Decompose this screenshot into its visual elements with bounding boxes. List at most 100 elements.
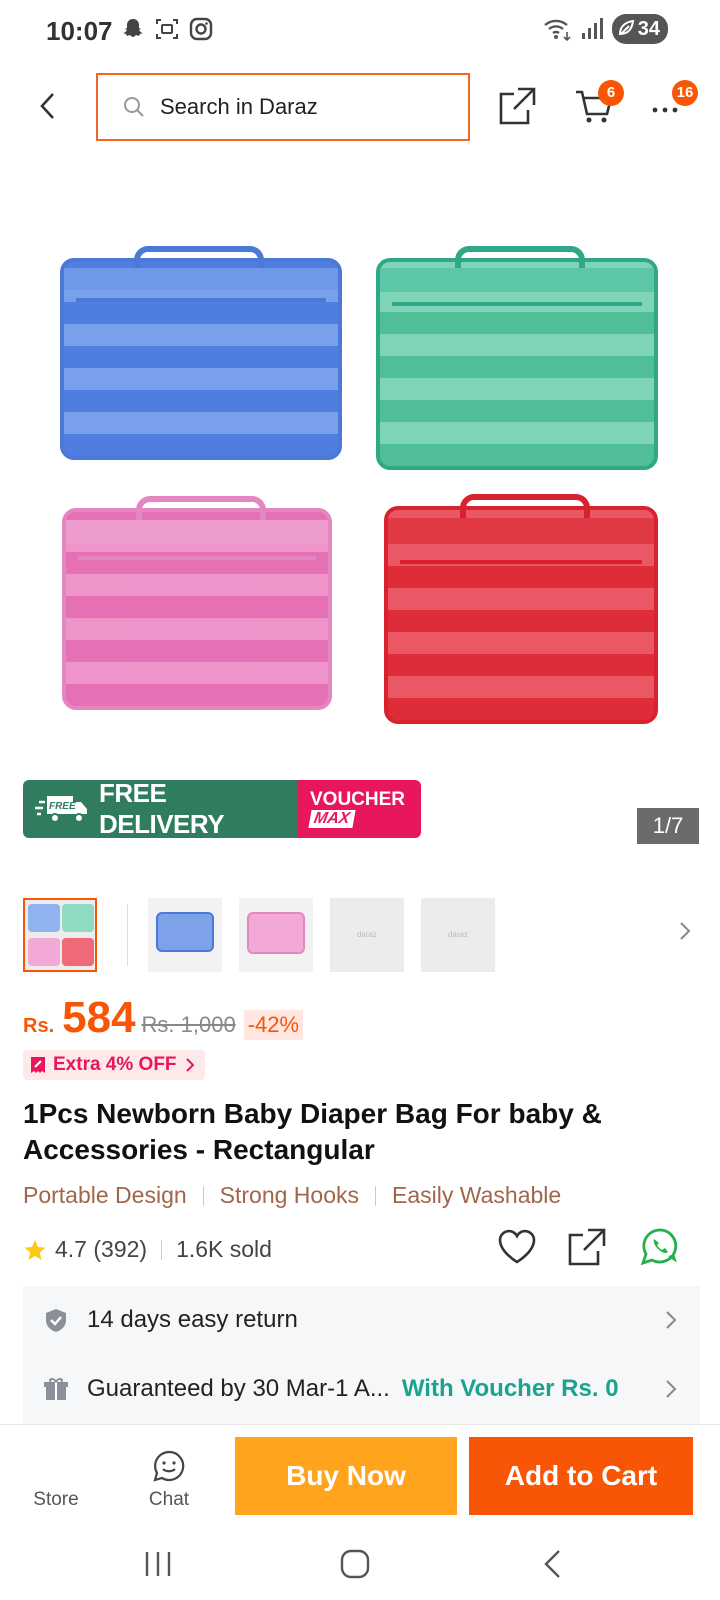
price-currency: Rs. bbox=[23, 1015, 55, 1037]
coupon-icon bbox=[31, 1057, 45, 1073]
more-button[interactable]: 16 bbox=[652, 80, 698, 126]
rating-separator bbox=[161, 1239, 163, 1260]
cart-button[interactable]: 6 bbox=[574, 80, 624, 126]
whatsapp-share-button[interactable] bbox=[639, 1226, 681, 1268]
thumbnail-placeholder-text: daraz bbox=[356, 930, 377, 939]
product-bag-red bbox=[384, 494, 658, 724]
heart-icon bbox=[498, 1229, 536, 1264]
share-button[interactable] bbox=[496, 84, 538, 128]
home-button[interactable] bbox=[335, 1544, 375, 1584]
battery-icon: 34 bbox=[611, 14, 668, 44]
feature-tag: Strong Hooks bbox=[219, 1182, 360, 1208]
bottom-action-bar: Store Chat Buy Now Add to Cart bbox=[0, 1424, 720, 1524]
instagram-icon bbox=[189, 17, 213, 41]
voucher-max-text: MAX bbox=[308, 810, 356, 828]
whatsapp-icon bbox=[640, 1228, 678, 1266]
status-icons-right: 34 bbox=[542, 14, 668, 44]
product-bag-pink bbox=[62, 496, 332, 710]
thumbnail-5[interactable]: daraz bbox=[421, 898, 495, 972]
back-button[interactable] bbox=[28, 84, 68, 128]
feature-tag: Portable Design bbox=[23, 1182, 187, 1208]
share-icon bbox=[499, 87, 536, 125]
truck-icon: FREE bbox=[35, 796, 87, 823]
free-tag: FREE bbox=[49, 801, 76, 812]
share-icon bbox=[568, 1228, 606, 1266]
thumbnail-2[interactable] bbox=[148, 898, 222, 972]
wishlist-button[interactable] bbox=[496, 1226, 538, 1268]
delivery-guarantee-row[interactable]: Guaranteed by 30 Mar-1 A... With Voucher… bbox=[23, 1355, 700, 1423]
wifi-icon bbox=[543, 19, 571, 42]
promo-banner: FREE FREE DELIVERY VOUCHER MAX bbox=[23, 780, 421, 838]
free-delivery-text: FREE DELIVERY bbox=[98, 780, 225, 838]
screenshot-icon bbox=[156, 19, 178, 39]
product-image[interactable] bbox=[0, 228, 720, 748]
back-arrow-icon bbox=[40, 93, 54, 119]
chat-button[interactable]: Chat bbox=[129, 1425, 209, 1525]
more-badge: 16 bbox=[672, 80, 698, 106]
thumbnail-4[interactable]: daraz bbox=[330, 898, 404, 972]
delivery-guarantee-text: Guaranteed by 30 Mar-1 A... bbox=[87, 1375, 390, 1402]
discount-badge: -42% bbox=[243, 1010, 304, 1040]
voucher-max-badge: VOUCHER MAX bbox=[298, 780, 421, 838]
add-to-cart-button[interactable]: Add to Cart bbox=[469, 1437, 693, 1515]
rating-text: 4.7 (392) bbox=[55, 1236, 148, 1262]
thumbnails-next-button[interactable] bbox=[678, 920, 698, 950]
chevron-right-icon bbox=[666, 1311, 677, 1329]
store-button[interactable]: Store bbox=[16, 1425, 96, 1525]
status-bar: 10:07 34 bbox=[0, 0, 720, 64]
system-nav-bar bbox=[0, 1524, 720, 1600]
recent-apps-icon bbox=[145, 1552, 171, 1576]
system-back-button[interactable] bbox=[535, 1544, 575, 1584]
extra-off-text: Extra 4% OFF bbox=[53, 1054, 177, 1075]
chat-label: Chat bbox=[148, 1489, 190, 1510]
feature-separator bbox=[375, 1185, 377, 1206]
battery-level: 34 bbox=[637, 18, 660, 40]
thumbnail-3[interactable] bbox=[239, 898, 313, 972]
thumbnail-strip: daraz daraz bbox=[0, 898, 720, 974]
thumbnail-divider bbox=[127, 904, 128, 966]
voucher-text: VOUCHER bbox=[310, 789, 406, 810]
price-row: Rs. 584 Rs. 1,000 -42% bbox=[23, 993, 304, 1043]
search-icon bbox=[124, 97, 144, 117]
thumbnail-placeholder-text: daraz bbox=[447, 930, 468, 939]
star-icon bbox=[24, 1239, 46, 1260]
free-delivery-badge: FREE FREE DELIVERY bbox=[23, 780, 298, 838]
return-policy-row[interactable]: 14 days easy return bbox=[23, 1286, 700, 1354]
service-info: 14 days easy return Guaranteed by 30 Mar… bbox=[23, 1286, 700, 1424]
price-value: 584 bbox=[62, 993, 136, 1042]
product-features: Portable Design Strong Hooks Easily Wash… bbox=[23, 1182, 561, 1209]
original-price: Rs. 1,000 bbox=[141, 1012, 236, 1037]
top-nav: Search in Daraz 6 16 bbox=[0, 66, 720, 146]
snapchat-icon bbox=[123, 19, 143, 37]
status-time: 10:07 bbox=[46, 16, 113, 46]
extra-off-coupon[interactable]: Extra 4% OFF bbox=[23, 1050, 205, 1080]
chevron-right-icon bbox=[666, 1380, 677, 1398]
rating-row[interactable]: 4.7 (392) 1.6K sold bbox=[23, 1236, 272, 1263]
product-bag-blue bbox=[60, 246, 342, 460]
status-icons-left bbox=[120, 16, 214, 42]
sold-count: 1.6K sold bbox=[176, 1236, 272, 1262]
product-title: 1Pcs Newborn Baby Diaper Bag For baby & … bbox=[23, 1098, 602, 1165]
store-label: Store bbox=[33, 1489, 79, 1510]
product-bag-green bbox=[376, 246, 658, 470]
chevron-right-icon bbox=[680, 922, 691, 940]
cart-badge: 6 bbox=[598, 80, 624, 106]
home-icon bbox=[340, 1549, 370, 1579]
thumbnail-1[interactable] bbox=[23, 898, 97, 972]
buy-now-button[interactable]: Buy Now bbox=[235, 1437, 457, 1515]
chevron-right-icon bbox=[185, 1058, 194, 1072]
image-counter: 1/7 bbox=[637, 808, 699, 844]
return-policy-text: 14 days easy return bbox=[87, 1306, 298, 1333]
shield-check-icon bbox=[46, 1309, 66, 1332]
share-product-button[interactable] bbox=[566, 1226, 608, 1268]
chat-icon bbox=[153, 1450, 185, 1482]
gift-box-icon bbox=[44, 1378, 68, 1400]
recent-apps-button[interactable] bbox=[138, 1544, 178, 1584]
search-input[interactable]: Search in Daraz bbox=[96, 73, 470, 141]
delivery-voucher-text: With Voucher Rs. 0 bbox=[401, 1375, 619, 1402]
signal-icon bbox=[581, 18, 603, 39]
search-placeholder: Search in Daraz bbox=[160, 94, 318, 119]
feature-separator bbox=[202, 1185, 204, 1206]
feature-tag: Easily Washable bbox=[392, 1182, 562, 1208]
back-arrow-icon bbox=[544, 1550, 560, 1578]
